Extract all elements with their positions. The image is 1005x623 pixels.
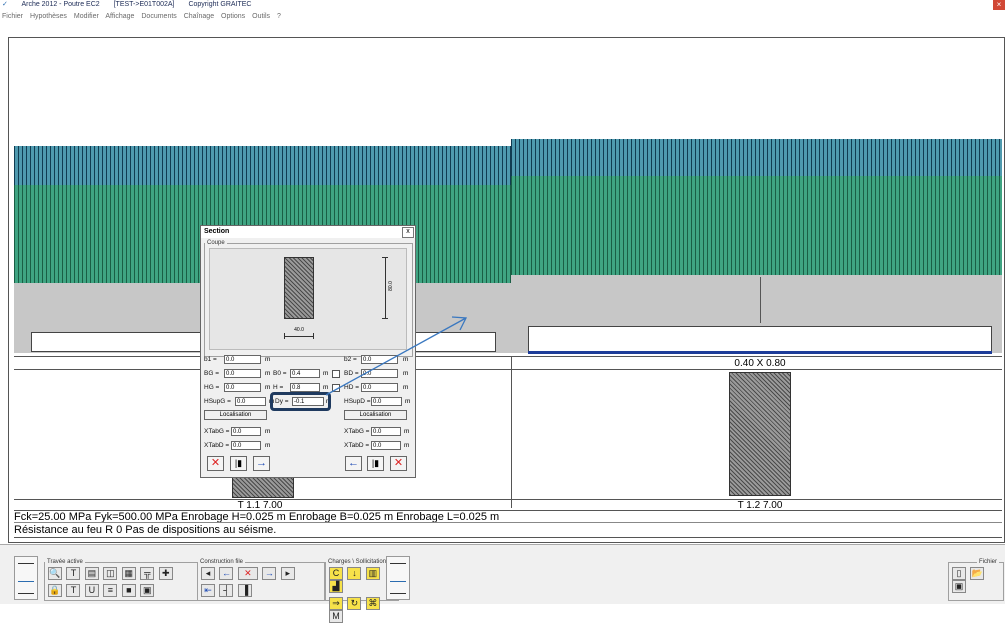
load-m-icon[interactable]: M bbox=[329, 610, 343, 623]
annotation-arrow bbox=[325, 316, 468, 396]
